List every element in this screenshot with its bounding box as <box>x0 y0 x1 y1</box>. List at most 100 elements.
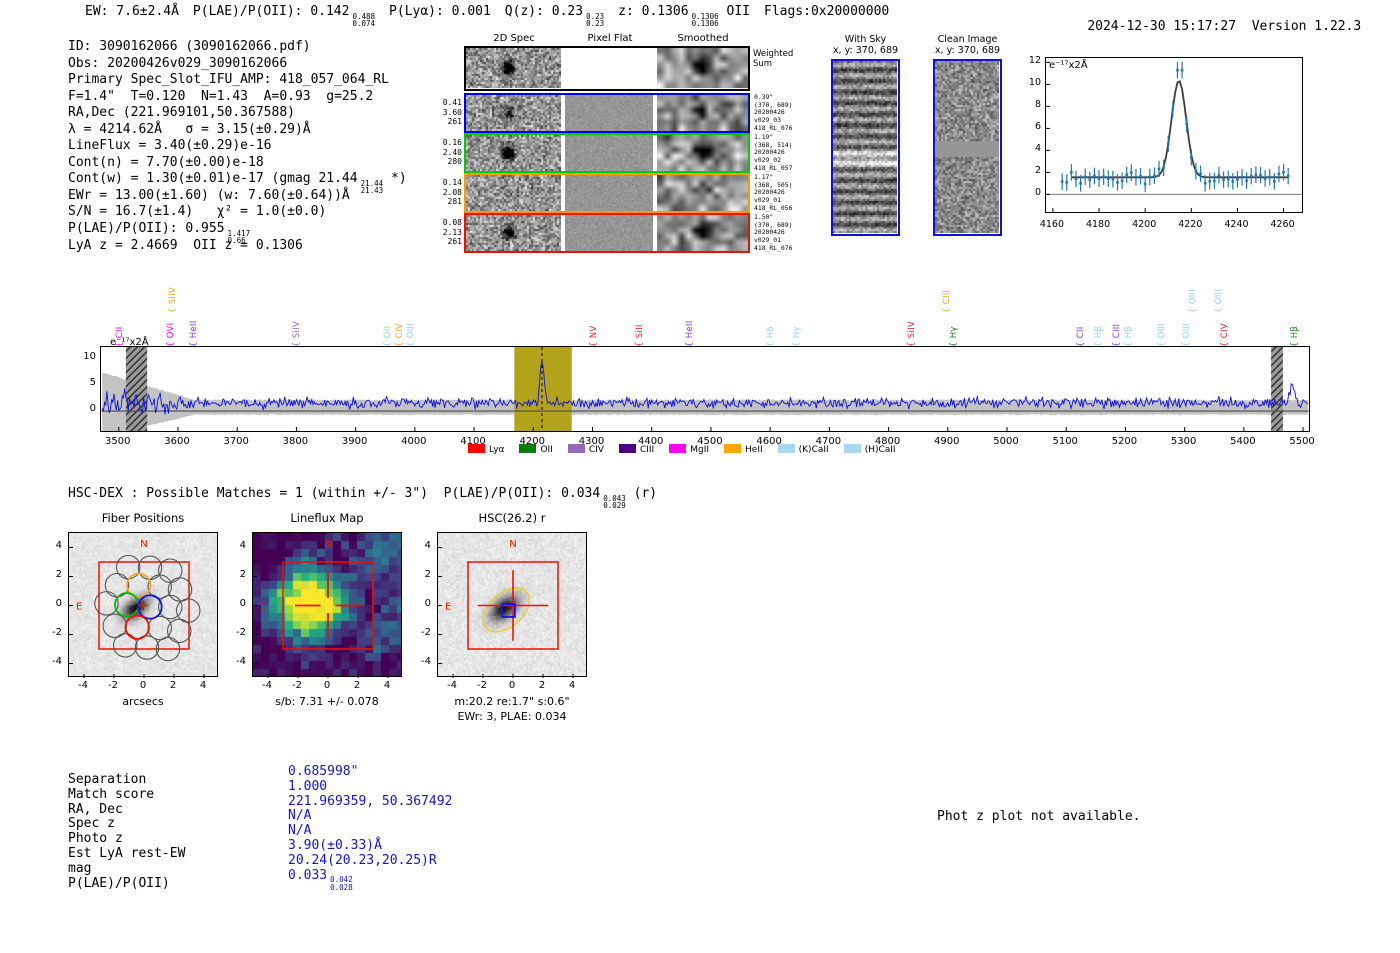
cutout-2-ytick-0: 0 <box>424 597 431 609</box>
legend-item-(K)CaII: (K)CaII <box>777 444 829 455</box>
cutout-1-ytick-2: 2 <box>239 568 246 580</box>
legend-label-(K)CaII: (K)CaII <box>798 445 829 455</box>
spec-xtick-5100: 5100 <box>1052 436 1078 447</box>
header-group-4-post: OII <box>718 4 751 19</box>
spec2d-row-2-right-labels: 1.17" (368, 505) 20200426 v029_01 418_RL_056 <box>754 173 793 212</box>
match-row-7-value: 0.033 0.042 0.028 <box>288 868 452 892</box>
match-row-0-value-text: 0.685998" <box>288 764 359 779</box>
spec2d-cell-image <box>466 95 561 131</box>
cutout-0-image: NE <box>68 532 218 678</box>
legend-item-MgII: MgII <box>669 444 709 455</box>
cutout-0-xtick-2: 2 <box>169 680 177 691</box>
spec-xtick-4900: 4900 <box>934 436 960 447</box>
spec2d-weighted-label: Weighted Sum <box>753 49 794 69</box>
info-line-6-seg: LineFlux = 3.40(±0.29)e-16 <box>68 138 272 153</box>
spec-line-label-22-OIII: { OIII <box>1188 288 1199 313</box>
match-row-5-value-text: 3.90(±0.33)Å <box>288 837 382 853</box>
spec2d-row-1 <box>464 133 750 173</box>
info-line-7-seg: Cont(n) = 7.70(±0.00)e-18 <box>68 155 264 170</box>
inset-xtick-4180: 4180 <box>1085 219 1111 230</box>
spec2d-cell-image <box>466 175 561 211</box>
cutout-2-ytick-2: 2 <box>424 568 431 580</box>
info-line-7-seg-text: Cont(n) = 7.70(±0.00)e-18 <box>68 154 264 170</box>
value-uncertainty-range: 0.042 0.028 <box>330 875 353 892</box>
legend-item-HeII: HeII <box>724 444 763 455</box>
legend-swatch-(H)CaII <box>843 444 861 453</box>
inset-xtick-4220: 4220 <box>1178 219 1203 230</box>
match-row-4-value-text: N/A <box>288 823 312 839</box>
legend-swatch-MgII <box>669 444 687 453</box>
cutout-0-xtick-0: 0 <box>139 680 147 691</box>
spec-legend: Lyα OII CIV CIII MgII HeII (K)CaII (H)CaII <box>468 444 896 455</box>
info-line-1: Obs: 20200426v029_3090162066 <box>68 56 421 73</box>
spec-line-label-12-Hγ: { Hγ <box>791 326 802 347</box>
spec2d-row-1-left-labels: 0.16 2.40 280 <box>442 138 462 167</box>
cutout-1-ytick-0: 0 <box>239 597 246 609</box>
spec-line-label-7-OIII: { OIII <box>405 322 416 347</box>
spec-line-label-8-NV: { NV <box>589 325 600 347</box>
spec-line-label-3-HeII: { HeII <box>188 320 199 347</box>
cutout-1-xtick-2: 2 <box>353 680 361 691</box>
info-line-2-seg: Primary Spec_Slot_IFU_AMP: 418_057_064_R… <box>68 72 389 87</box>
info-line-5: λ = 4214.62Å σ = 3.15(±0.29)Å <box>68 122 421 139</box>
spec-line-label-18-CIII: { CIII <box>1112 323 1123 347</box>
value-uncertainty-range: 0.23 0.23 <box>586 11 605 28</box>
info-line-6: LineFlux = 3.40(±0.29)e-16 <box>68 138 421 155</box>
header-group-0: EW: 7.6±2.4Å <box>85 4 179 19</box>
spec-xtick-3900: 3900 <box>341 436 368 447</box>
match-row-1-label: Match score <box>68 786 155 802</box>
cutout-1-title: Lineflux Map <box>290 511 364 525</box>
spec2d-cell-image <box>466 215 561 251</box>
spec-line-label-25-Hβ: { Hβ <box>1290 325 1300 347</box>
cutout-0-xtick--2: -2 <box>108 680 118 691</box>
info-line-4-seg-text: RA,Dec (221.969101,50.367588) <box>68 105 295 121</box>
cutout-0-xtick-4: 4 <box>199 680 207 691</box>
cutout-1-xtick-4: 4 <box>383 680 391 691</box>
legend-item-Lyα: Lyα <box>468 444 504 455</box>
value-uncertainty-range: 21.44 21.43 <box>360 178 384 196</box>
svg-text:E: E <box>260 602 266 613</box>
cutout-1-xtick-0: 0 <box>323 680 331 691</box>
hsc-match-line: HSC-DEX : Possible Matches = 1 (within +… <box>68 486 657 509</box>
cutout-2-xtick--2: -2 <box>477 680 487 691</box>
info-line-11-seg-text: P(LAE)/P(OII): 0.955 <box>68 221 225 237</box>
inset-spectrum-svg <box>1046 61 1302 212</box>
info-line-2: Primary Spec_Slot_IFU_AMP: 418_057_064_R… <box>68 72 421 89</box>
spec-line-label-17-Hβ: { Hβ <box>1094 325 1105 347</box>
legend-item-CIII: CIII <box>618 444 654 455</box>
spec2d-row-0-left-labels: 0.41 3.60 261 <box>442 98 462 127</box>
info-line-10: S/N = 16.7(±1.4) χ² = 1.0(±0.0) <box>68 204 421 221</box>
cutout-2-ytick--2: -2 <box>421 626 431 638</box>
legend-item-CIV: CIV <box>567 444 604 455</box>
spec-ytick-5: 5 <box>89 376 96 388</box>
cutout-0-xtick--4: -4 <box>78 680 88 691</box>
match-row-3-value: N/A <box>288 808 452 824</box>
info-line-0: ID: 3090162066 (3090162066.pdf) <box>68 39 421 56</box>
info-line-0-seg: ID: 3090162066 (3090162066.pdf) <box>68 39 311 54</box>
inset-ytick-6: 6 <box>1034 121 1041 133</box>
spec-line-label-20-OIII: { OIII <box>1157 322 1168 347</box>
info-line-5-seg-text: λ = 4214.62Å σ = 3.15(±0.29)Å <box>68 121 311 137</box>
spec2d-col-title-1: Pixel Flat <box>587 33 633 44</box>
match-row-2-value: 221.969359, 50.367492 <box>288 794 452 810</box>
spec-xtick-3700: 3700 <box>223 436 249 447</box>
cutout-1-xtick--4: -4 <box>262 680 272 691</box>
cutout-2-overlay: NE <box>438 539 574 678</box>
header-group-0-text: EW: 7.6±2.4Å <box>85 4 179 19</box>
cutout-2-title: HSC(26.2) r <box>478 511 546 525</box>
spec2d-cell-image <box>657 175 748 211</box>
spec2d-row-0 <box>464 93 750 133</box>
inset-units-label: e⁻¹⁷x2Å <box>1049 60 1088 71</box>
header-group-4: z: 0.1306 0.1306 0.1306 OII <box>618 4 751 27</box>
legend-label-Lyα: Lyα <box>489 445 505 455</box>
cutout-2-image: NE <box>437 532 587 678</box>
inset-ytick-12: 12 <box>1028 55 1041 67</box>
inset-xtick-4240: 4240 <box>1224 219 1249 230</box>
sky-panel-0-image <box>831 59 900 236</box>
spec2d-row-3-right-labels: 1.50" (370, 689) 20200426 v029_01 418_RL_076 <box>754 213 793 252</box>
inset-ytick-8: 8 <box>1034 99 1041 111</box>
inset-ytick-4: 4 <box>1034 143 1041 155</box>
spec2d-col-title-0: 2D Spec <box>493 33 535 44</box>
spec2d-cell-image <box>466 135 561 171</box>
elixer-report-page: EW: 7.6±2.4Å P(LAE)/P(OII): 0.142 0.488 0.0… <box>0 0 1400 953</box>
